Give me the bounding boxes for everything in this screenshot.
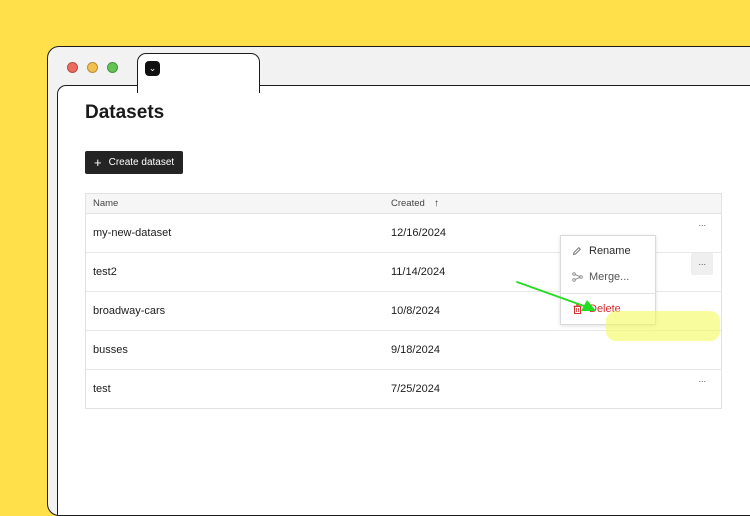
sort-ascending-icon[interactable]: ↑ — [434, 194, 439, 213]
more-options-icon[interactable]: ··· — [691, 370, 713, 392]
menu-item-delete-label: Delete — [589, 303, 621, 315]
browser-tab[interactable]: ⌄ — [137, 53, 260, 93]
menu-item-merge[interactable]: Merge... — [561, 265, 655, 289]
create-dataset-label: Create dataset — [108, 157, 175, 168]
trash-icon — [571, 304, 583, 314]
merge-icon — [571, 272, 583, 282]
dataset-created: 9/18/2024 — [391, 344, 440, 356]
table-row[interactable]: busses 9/18/2024 — [86, 331, 721, 370]
dataset-created: 11/14/2024 — [391, 266, 446, 278]
close-window-button[interactable] — [67, 62, 78, 73]
dataset-name[interactable]: busses — [93, 331, 128, 369]
menu-item-delete[interactable]: Delete — [561, 297, 655, 321]
dataset-name[interactable]: test — [93, 370, 111, 408]
column-header-created[interactable]: Created — [391, 194, 425, 213]
table-header: Name Created ↑ — [86, 194, 721, 214]
table-row[interactable]: test 7/25/2024 ··· — [86, 370, 721, 408]
menu-divider — [561, 293, 655, 294]
row-actions-menu: Rename Merge... Delete — [560, 235, 656, 325]
menu-item-rename-label: Rename — [589, 245, 631, 257]
column-header-name[interactable]: Name — [93, 194, 118, 213]
pencil-icon — [571, 246, 583, 256]
plus-icon: + — [94, 155, 102, 170]
more-options-icon[interactable]: ··· — [691, 253, 713, 275]
minimize-window-button[interactable] — [87, 62, 98, 73]
dataset-name[interactable]: my-new-dataset — [93, 214, 171, 252]
dataset-created: 10/8/2024 — [391, 305, 440, 317]
menu-item-merge-label: Merge... — [589, 271, 630, 283]
dataset-name[interactable]: test2 — [93, 253, 117, 291]
page-title: Datasets — [85, 102, 165, 123]
create-dataset-button[interactable]: + Create dataset — [85, 151, 184, 174]
more-options-icon[interactable]: ··· — [691, 214, 713, 236]
menu-item-rename[interactable]: Rename — [561, 239, 655, 263]
maximize-window-button[interactable] — [107, 62, 118, 73]
dataset-created: 7/25/2024 — [391, 383, 440, 395]
dataset-created: 12/16/2024 — [391, 227, 447, 239]
app-logo-icon: ⌄ — [145, 61, 160, 76]
dataset-name[interactable]: broadway-cars — [93, 292, 165, 330]
